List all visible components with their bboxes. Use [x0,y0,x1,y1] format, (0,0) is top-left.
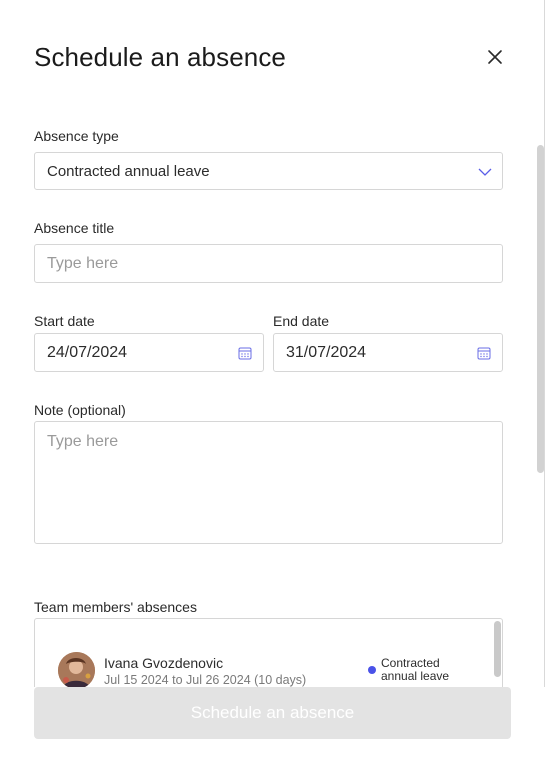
member-name: Ivana Gvozdenovic [104,655,224,671]
absence-title-placeholder: Type here [47,255,119,272]
member-absence-type: Contracted annual leave [381,656,450,683]
absence-type-select[interactable]: Contracted annual leave [34,152,503,190]
team-absences-label: Team members' absences [34,599,197,615]
team-absences-list[interactable]: Ivana Gvozdenovic Jul 15 2024 to Jul 26 … [34,618,503,687]
close-button[interactable] [482,44,508,70]
end-date-input[interactable]: 31/07/2024 [273,333,503,372]
absence-title-label: Absence title [34,220,115,236]
list-item: Ivana Gvozdenovic Jul 15 2024 to Jul 26 … [35,619,502,687]
absence-title-input[interactable]: Type here [34,244,503,283]
calendar-icon[interactable] [238,346,252,360]
note-textarea[interactable]: Type here [34,421,503,544]
avatar [58,652,95,687]
modal-footer: Schedule an absence [0,687,545,775]
close-icon [488,50,502,64]
start-date-label: Start date [34,313,95,329]
member-dates: Jul 15 2024 to Jul 26 2024 (10 days) [104,673,307,687]
end-date-value: 31/07/2024 [286,344,367,361]
schedule-absence-button[interactable]: Schedule an absence [34,687,511,739]
chevron-down-icon [478,168,492,176]
modal-title: Schedule an absence [34,42,286,72]
schedule-absence-modal: Schedule an absence Absence type Contrac… [0,0,545,775]
end-date-label: End date [273,313,330,329]
form-scroll-area[interactable]: Absence type Contracted annual leave Abs… [0,127,545,687]
absence-type-value: Contracted annual leave [47,163,210,180]
start-date-value: 24/07/2024 [47,344,128,361]
status-dot-icon [368,666,376,674]
main-scrollbar[interactable] [537,145,544,473]
members-scrollbar[interactable] [494,621,501,677]
calendar-icon[interactable] [477,346,491,360]
note-placeholder: Type here [47,433,119,450]
note-label: Note (optional) [34,402,126,418]
start-date-input[interactable]: 24/07/2024 [34,333,264,372]
absence-type-label: Absence type [34,128,119,144]
